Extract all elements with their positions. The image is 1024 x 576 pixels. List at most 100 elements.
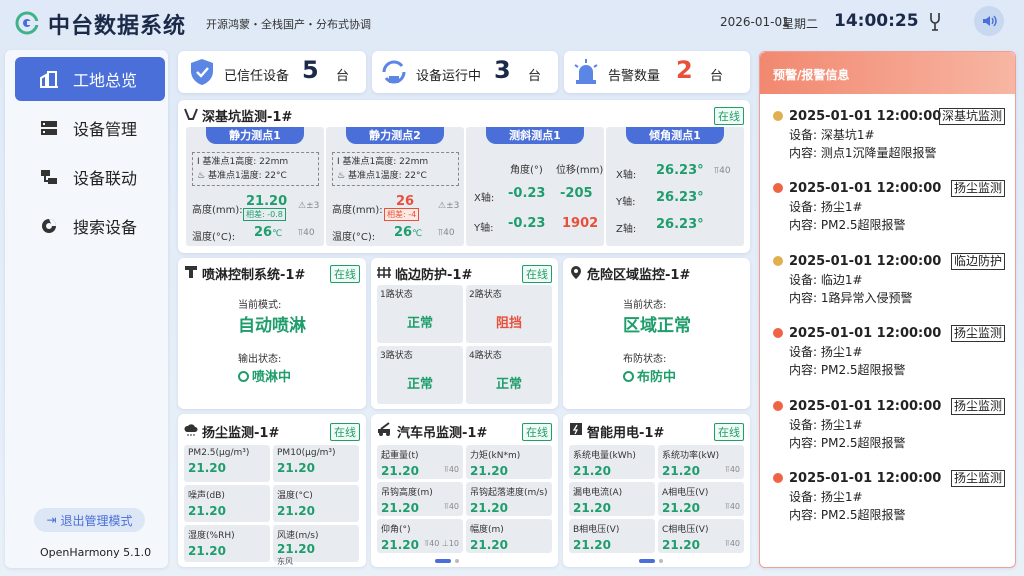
fence-icon: [377, 267, 391, 278]
online-badge: 在线: [522, 423, 552, 441]
dust-card[interactable]: 扬尘监测-1# 在线 PM2.5(μg/m³) 21.20 PM10(μg/m³)…: [178, 414, 366, 567]
page-dot[interactable]: [455, 559, 459, 563]
signal-indicator: ⫪40: [298, 228, 315, 238]
mode-value: 自动喷淋: [238, 316, 306, 336]
disp-header: 位移(mm): [556, 165, 604, 176]
alarm-device: 设备: 扬尘1#: [789, 200, 863, 214]
alarm-item[interactable]: 2025-01-01 12:00:00 扬尘监测 设备: 扬尘1# 内容: PM…: [773, 325, 1005, 379]
sidebar-item-label: 设备联动: [73, 169, 138, 188]
spray-card[interactable]: 喷淋控制系统-1# 在线 当前模式: 自动喷淋 输出状态: 喷淋中: [178, 258, 366, 409]
channel-4-status: 4路状态 正常: [466, 346, 552, 404]
sidebar-item-device-linkage[interactable]: 设备联动: [15, 155, 165, 199]
refresh-icon: [382, 60, 406, 84]
static-point-1: 静力测点1 Ⅰ 基准点1高度: 22mm ♨ 基准点1温度: 22°C 高度(m…: [186, 127, 324, 246]
channel-2-status: 2路状态 阻挡: [466, 285, 552, 343]
output-value: 喷淋中: [238, 366, 291, 385]
y-axis-label: Y轴:: [616, 197, 636, 208]
sidebar-item-label: 设备管理: [73, 120, 138, 139]
amplitude-cell: 幅度(m) 21.20: [466, 519, 552, 553]
sidebar-item-search-device[interactable]: 搜索设备: [15, 204, 165, 248]
alarm-device: 设备: 临边1#: [789, 273, 863, 287]
page-indicator[interactable]: [639, 559, 663, 563]
x-axis-label: X轴:: [616, 170, 637, 181]
page-dot-active[interactable]: [639, 559, 655, 563]
y-axis-label: Y轴:: [474, 223, 494, 234]
linkage-icon: [41, 170, 57, 184]
alarm-item[interactable]: 2025-01-01 12:00:00 深基坑监测 设备: 深基坑1# 内容: …: [773, 108, 1005, 162]
header-date: 2026-01-01: [720, 15, 790, 29]
stat-unit: 台: [528, 69, 542, 84]
pm25-cell: PM2.5(μg/m³) 21.20: [184, 445, 270, 482]
volume-button[interactable]: [974, 6, 1004, 36]
channel-3-status: 3路状态 正常: [377, 346, 463, 404]
crane-card[interactable]: 汽车吊监测-1# 在线 起重量(t) 21.20 ⫪40 力矩(kN*m) 21.20…: [371, 414, 558, 567]
section-title: 测斜测点1: [486, 127, 584, 144]
alarm-tag: 深基坑监测: [938, 108, 1005, 125]
stat-label: 告警数量: [608, 69, 661, 84]
height-icon: Ⅰ: [197, 157, 200, 167]
alarm-item[interactable]: 2025-01-01 12:00:00 扬尘监测 设备: 扬尘1# 内容: PM…: [773, 180, 1005, 234]
diff-badge: 相差: -4: [384, 208, 420, 221]
sidebar-item-device-management[interactable]: 设备管理: [15, 106, 165, 150]
pm10-cell: PM10(μg/m³) 21.20: [273, 445, 359, 482]
alarm-tag: 扬尘监测: [950, 180, 1005, 197]
location-icon: [571, 266, 581, 279]
alarm-level-dot: [773, 256, 783, 266]
alarm-item[interactable]: 2025-01-01 12:00:00 扬尘监测 设备: 扬尘1# 内容: PM…: [773, 470, 1005, 524]
tilt-point-1: 倾角测点1 X轴: 26.23° ⫪40 Y轴: 26.23° Z轴: 26.2…: [606, 127, 744, 246]
alarm-item[interactable]: 2025-01-01 12:00:00 扬尘监测 设备: 扬尘1# 内容: PM…: [773, 398, 1005, 452]
temp-label: 温度(°C):: [192, 232, 236, 243]
pit-icon: [184, 108, 198, 120]
height-label: 高度(mm):: [192, 205, 243, 216]
height-value: 26: [396, 194, 415, 209]
app-title: 中台数据系统: [48, 14, 187, 39]
state-value: 区域正常: [623, 316, 691, 336]
section-title: 静力测点1: [206, 127, 304, 144]
alarm-content: 内容: PM2.5超限报警: [789, 508, 906, 522]
thermometer-icon: ♨: [337, 171, 346, 181]
sidebar-item-overview[interactable]: 工地总览: [15, 57, 165, 101]
inclinometer-point-1: 测斜测点1 角度(°) 位移(mm) X轴: -0.23 -205 Y轴: -0…: [466, 127, 604, 246]
edge-protection-card[interactable]: 临边防护-1# 在线 1路状态 正常 2路状态 阻挡 3路状态 正常 4路状态 正常: [371, 258, 558, 409]
signal-indicator: ⫪40: [714, 166, 731, 176]
height-label: 高度(mm):: [332, 205, 383, 216]
section-title: 倾角测点1: [626, 127, 724, 144]
angle-header: 角度(°): [510, 165, 543, 176]
alarm-level-dot: [773, 183, 783, 193]
page-dot-active[interactable]: [435, 559, 451, 563]
reference-box: Ⅰ 基准点1高度: 22mm ♨ 基准点1温度: 22°C: [192, 152, 319, 186]
thermometer-icon: ♨: [197, 171, 206, 181]
building-icon: [40, 71, 58, 88]
hook-speed-cell: 吊钩起落速度(m/s) 21.20: [466, 482, 552, 516]
ref-height: 基准点1高度: 22mm: [202, 157, 289, 167]
status-ring-icon: [623, 371, 634, 382]
logout-button[interactable]: ⇥ 退出管理模式: [34, 508, 145, 532]
stat-card-running: 设备运行中 3 台: [372, 51, 558, 93]
header-time: 14:00:25: [834, 11, 919, 31]
z-tilt-value: 26.23°: [656, 217, 704, 232]
online-badge: 在线: [330, 265, 360, 283]
alarm-device: 设备: 深基坑1#: [789, 128, 875, 142]
card-title: 喷淋控制系统-1#: [202, 268, 306, 283]
stat-label: 已信任设备: [224, 69, 290, 84]
logout-icon: ⇥: [46, 513, 57, 527]
x-tilt-value: 26.23°: [656, 163, 704, 178]
alarm-device: 设备: 扬尘1#: [789, 345, 863, 359]
mode-label: 当前模式:: [238, 300, 282, 311]
temp-label: 温度(°C):: [332, 232, 376, 243]
danger-zone-card[interactable]: 危险区域监控-1# 当前状态: 区域正常 布防状态: 布防中: [563, 258, 750, 409]
alarm-item[interactable]: 2025-01-01 12:00:00 临边防护 设备: 临边1# 内容: 1路…: [773, 253, 1005, 307]
usb-icon[interactable]: [924, 10, 946, 32]
stat-card-trusted: 已信任设备 5 台: [178, 51, 366, 93]
pit-card[interactable]: 深基坑监测-1# 在线 静力测点1 Ⅰ 基准点1高度: 22mm ♨ 基准点1温…: [178, 100, 750, 253]
power-card[interactable]: 智能用电-1# 在线 系统电量(kWh) 21.20 系统功率(kW) 21.20 ⫪…: [563, 414, 750, 567]
hook-height-cell: 吊钩高度(m) 21.20 ⫪40: [377, 482, 463, 516]
y-tilt-value: 26.23°: [656, 190, 704, 205]
ref-temp: 基准点1温度: 22°C: [207, 171, 287, 181]
torque-cell: 力矩(kN*m) 21.20: [466, 445, 552, 479]
page-dot[interactable]: [659, 559, 663, 563]
lift-weight-cell: 起重量(t) 21.20 ⫪40: [377, 445, 463, 479]
page-indicator[interactable]: [435, 559, 459, 563]
card-title: 深基坑监测-1#: [202, 110, 293, 125]
sidebar-item-label: 搜索设备: [73, 218, 138, 237]
